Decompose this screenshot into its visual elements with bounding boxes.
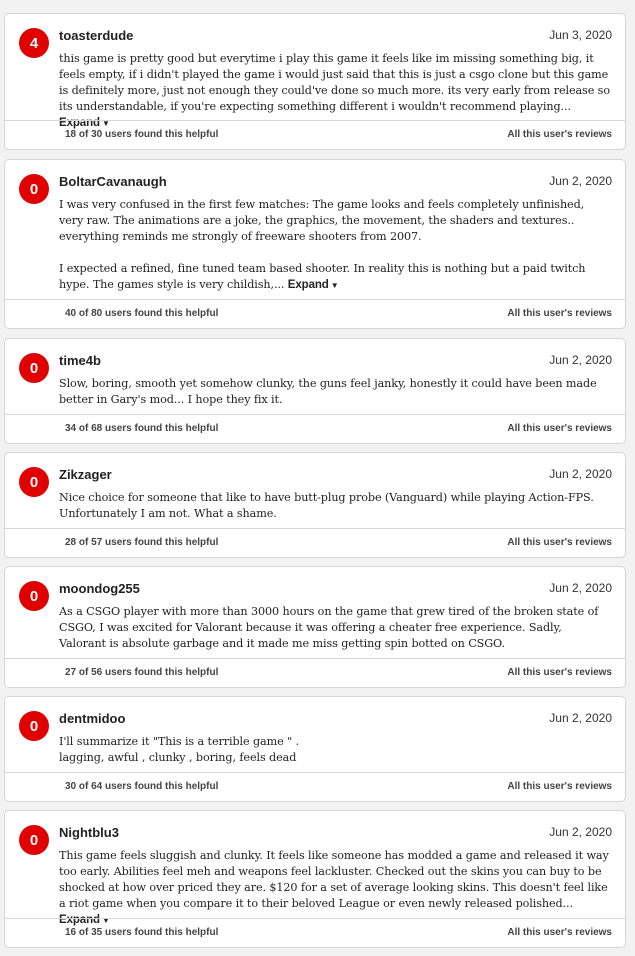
expand-button[interactable]: Expand ▼ <box>288 279 339 291</box>
review-date: Jun 2, 2020 <box>549 581 612 595</box>
helpful-count: 28 of 57 users found this helpful <box>65 537 219 548</box>
review-username[interactable]: Nightblu3 <box>59 825 119 840</box>
review-text: lagging, awful , clunky , boring, feels … <box>59 751 297 764</box>
review-date: Jun 2, 2020 <box>549 825 612 839</box>
review-score-badge: 0 <box>19 711 49 741</box>
review-text: Slow, boring, smooth yet somehow clunky,… <box>59 377 597 406</box>
helpful-count: 30 of 64 users found this helpful <box>65 781 219 792</box>
review-score-badge: 4 <box>19 28 49 58</box>
review-text: This game feels sluggish and clunky. It … <box>59 849 609 910</box>
helpful-count: 16 of 35 users found this helpful <box>65 927 219 938</box>
review-body: I was very confused in the first few mat… <box>59 197 611 294</box>
review-footer: 27 of 56 users found this helpful All th… <box>5 658 625 687</box>
review-footer: 16 of 35 users found this helpful All th… <box>5 918 625 947</box>
review-paragraph: I expected a refined, fine tuned team ba… <box>59 261 611 294</box>
review-date: Jun 2, 2020 <box>549 467 612 481</box>
review-paragraph: Nice choice for someone that like to hav… <box>59 490 611 522</box>
all-user-reviews-link[interactable]: All this user's reviews <box>507 129 612 140</box>
review-paragraph: Slow, boring, smooth yet somehow clunky,… <box>59 376 611 408</box>
review-card: 0 time4b Jun 2, 2020 Slow, boring, smoot… <box>4 338 626 444</box>
review-paragraph: I was very confused in the first few mat… <box>59 197 611 245</box>
review-card: 0 BoltarCavanaugh Jun 2, 2020 I was very… <box>4 159 626 329</box>
review-score-badge: 0 <box>19 467 49 497</box>
helpful-count: 40 of 80 users found this helpful <box>65 308 219 319</box>
review-score-badge: 0 <box>19 353 49 383</box>
review-footer: 18 of 30 users found this helpful All th… <box>5 120 625 149</box>
review-card: 0 dentmidoo Jun 2, 2020 I'll summarize i… <box>4 696 626 802</box>
review-text: I'll summarize it "This is a terrible ga… <box>59 735 300 748</box>
all-user-reviews-link[interactable]: All this user's reviews <box>507 927 612 938</box>
review-text: Nice choice for someone that like to hav… <box>59 491 594 520</box>
review-footer: 40 of 80 users found this helpful All th… <box>5 299 625 328</box>
review-username[interactable]: moondog255 <box>59 581 140 596</box>
review-list: 4 toasterdude Jun 3, 2020 this game is p… <box>0 0 635 956</box>
review-body: As a CSGO player with more than 3000 hou… <box>59 604 611 652</box>
all-user-reviews-link[interactable]: All this user's reviews <box>507 781 612 792</box>
review-score-badge: 0 <box>19 825 49 855</box>
all-user-reviews-link[interactable]: All this user's reviews <box>507 423 612 434</box>
review-card: 4 toasterdude Jun 3, 2020 this game is p… <box>4 13 626 150</box>
helpful-count: 27 of 56 users found this helpful <box>65 667 219 678</box>
expand-label: Expand <box>287 279 329 291</box>
all-user-reviews-link[interactable]: All this user's reviews <box>507 308 612 319</box>
review-body: Slow, boring, smooth yet somehow clunky,… <box>59 376 611 408</box>
review-body: Nice choice for someone that like to hav… <box>59 490 611 522</box>
review-footer: 34 of 68 users found this helpful All th… <box>5 414 625 443</box>
review-card: 0 moondog255 Jun 2, 2020 As a CSGO playe… <box>4 566 626 688</box>
caret-down-icon: ▼ <box>330 281 339 290</box>
review-paragraph: lagging, awful , clunky , boring, feels … <box>59 750 611 766</box>
review-footer: 28 of 57 users found this helpful All th… <box>5 528 625 557</box>
review-score-badge: 0 <box>19 174 49 204</box>
helpful-count: 34 of 68 users found this helpful <box>65 423 219 434</box>
review-body: This game feels sluggish and clunky. It … <box>59 848 611 929</box>
review-date: Jun 2, 2020 <box>549 353 612 367</box>
review-card: 0 Zikzager Jun 2, 2020 Nice choice for s… <box>4 452 626 558</box>
review-paragraph: As a CSGO player with more than 3000 hou… <box>59 604 611 652</box>
review-body: I'll summarize it "This is a terrible ga… <box>59 734 611 766</box>
review-date: Jun 2, 2020 <box>549 711 612 725</box>
all-user-reviews-link[interactable]: All this user's reviews <box>507 537 612 548</box>
review-text: I was very confused in the first few mat… <box>59 198 585 243</box>
review-text: this game is pretty good but everytime i… <box>59 52 610 113</box>
review-username[interactable]: Zikzager <box>59 467 112 482</box>
review-paragraph: I'll summarize it "This is a terrible ga… <box>59 734 611 750</box>
all-user-reviews-link[interactable]: All this user's reviews <box>507 667 612 678</box>
review-paragraph: This game feels sluggish and clunky. It … <box>59 848 611 929</box>
review-username[interactable]: BoltarCavanaugh <box>59 174 167 189</box>
review-score-badge: 0 <box>19 581 49 611</box>
review-card: 0 Nightblu3 Jun 2, 2020 This game feels … <box>4 810 626 948</box>
review-date: Jun 2, 2020 <box>549 174 612 188</box>
review-username[interactable]: toasterdude <box>59 28 133 43</box>
review-username[interactable]: dentmidoo <box>59 711 125 726</box>
helpful-count: 18 of 30 users found this helpful <box>65 129 219 140</box>
review-footer: 30 of 64 users found this helpful All th… <box>5 772 625 801</box>
review-text: As a CSGO player with more than 3000 hou… <box>59 605 599 650</box>
review-date: Jun 3, 2020 <box>549 28 612 42</box>
review-username[interactable]: time4b <box>59 353 101 368</box>
